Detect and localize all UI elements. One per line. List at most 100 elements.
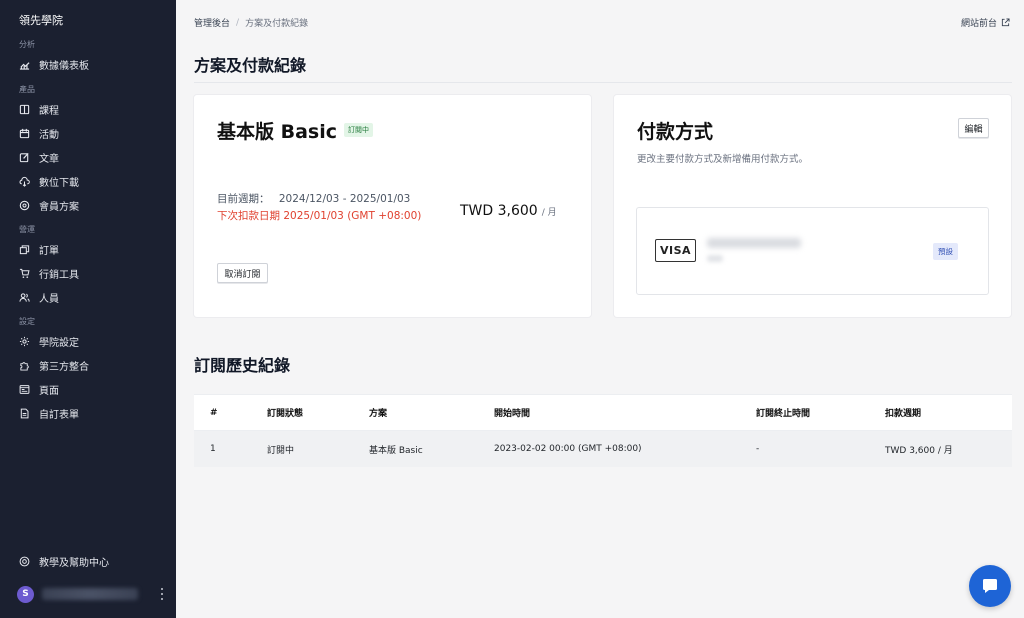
chat-icon [983, 579, 997, 593]
sidebar-item-events[interactable]: 活動 [0, 122, 176, 144]
sidebar-item-label: 文章 [39, 153, 59, 165]
section-label-settings: 設定 [19, 317, 35, 326]
card-expiry-redacted [707, 255, 723, 262]
plan-card: 基本版 Basic 訂閱中 目前週期： 2024/12/03 - 2025/01… [194, 95, 591, 317]
sidebar-item-label: 課程 [39, 105, 59, 117]
divider [194, 82, 1012, 83]
sidebar-item-label: 數位下載 [39, 177, 79, 189]
user-name-redacted [42, 588, 138, 600]
sidebar-item-label: 活動 [39, 129, 59, 141]
storefront-label: 網站前台 [960, 19, 997, 29]
breadcrumb-root[interactable]: 管理後台 [194, 16, 230, 29]
book-icon [19, 104, 30, 114]
default-badge: 預設 [933, 243, 958, 260]
sidebar-item-orders[interactable]: 訂單 [0, 238, 176, 260]
plan-name: 基本版 Basic [217, 121, 338, 143]
payment-method-card: 付款方式 更改主要付款方式及新增備用付款方式。 編輯 VISA 預設 [614, 95, 1011, 317]
sidebar: 領先學院 分析 數據儀表板 產品 課程 活動 文章 數位下載 會員方案 營運 訂… [0, 0, 176, 618]
column-header-billing-cycle: 扣款週期 [885, 409, 922, 419]
sidebar-item-articles[interactable]: 文章 [0, 146, 176, 168]
page-icon [19, 384, 30, 394]
price-amount: TWD 3,600 [460, 203, 538, 219]
chart-icon [19, 61, 30, 70]
help-icon [19, 556, 30, 566]
column-header-index: # [210, 407, 218, 418]
cart-icon [19, 268, 30, 278]
form-icon [20, 408, 29, 418]
sidebar-item-label: 學院設定 [39, 337, 79, 349]
avatar[interactable]: S [17, 585, 34, 603]
section-label-products: 產品 [19, 85, 35, 94]
column-header-status: 訂閱狀態 [267, 409, 304, 419]
sidebar-item-label: 數據儀表板 [39, 60, 89, 72]
main-content: 管理後台 / 方案及付款紀錄 網站前台 方案及付款紀錄 基本版 Basic 訂閱… [176, 0, 1024, 618]
price-period: / 月 [541, 208, 557, 218]
member-icon [19, 200, 30, 210]
sidebar-item-marketing[interactable]: 行銷工具 [0, 262, 176, 284]
billing-period: 目前週期： 2024/12/03 - 2025/01/03 [217, 191, 410, 206]
brand-name[interactable]: 領先學院 [19, 12, 63, 28]
gear-icon [19, 336, 30, 346]
status-badge: 訂閱中 [344, 123, 373, 137]
cell-billing-cycle: TWD 3,600 / 月 [885, 445, 953, 456]
table-row: 1 訂閱中 基本版 Basic 2023-02-02 00:00 (GMT +0… [194, 431, 1012, 467]
users-icon [19, 292, 30, 302]
external-link-icon [1001, 18, 1010, 27]
history-title: 訂閱歷史紀錄 [194, 356, 291, 375]
sidebar-item-label: 頁面 [39, 385, 59, 397]
more-options-icon[interactable] [157, 586, 167, 602]
sidebar-item-downloads[interactable]: 數位下載 [0, 170, 176, 192]
cancel-subscription-button[interactable]: 取消訂閱 [217, 263, 268, 283]
cloud-download-icon [19, 176, 30, 187]
plan-price: TWD 3,600/ 月 [460, 203, 557, 219]
edit-icon [19, 152, 29, 162]
visa-icon: VISA [655, 239, 696, 262]
sidebar-item-label: 自訂表單 [39, 409, 79, 421]
sidebar-item-custom-forms[interactable]: 自訂表單 [0, 402, 176, 424]
cell-plan: 基本版 Basic [369, 445, 423, 456]
payment-method-subtitle: 更改主要付款方式及新增備用付款方式。 [637, 154, 809, 165]
user-menu[interactable]: S [17, 584, 167, 604]
cell-index: 1 [210, 444, 216, 454]
calendar-icon [19, 128, 30, 138]
sidebar-item-label: 行銷工具 [39, 269, 79, 281]
sidebar-item-label: 第三方整合 [39, 361, 89, 373]
page-title: 方案及付款紀錄 [194, 56, 307, 75]
subscription-history-table: # 訂閱狀態 方案 開始時間 訂閱終止時間 扣款週期 1 訂閱中 基本版 Bas… [194, 394, 1012, 467]
breadcrumb-separator: / [236, 17, 240, 28]
cell-end: - [756, 444, 760, 454]
breadcrumb-current: 方案及付款紀錄 [245, 19, 309, 29]
next-payment-date: 下次扣款日期 2025/01/03 (GMT +08:00) [217, 210, 422, 222]
puzzle-icon [20, 361, 29, 371]
storefront-link[interactable]: 網站前台 [961, 16, 1010, 29]
sidebar-item-academy-settings[interactable]: 學院設定 [0, 330, 176, 352]
sidebar-item-membership[interactable]: 會員方案 [0, 194, 176, 216]
billing-period-label: 目前週期： [217, 193, 270, 205]
help-center-link[interactable]: 教學及幫助中心 [0, 550, 176, 572]
cell-start: 2023-02-02 00:00 (GMT +08:00) [494, 444, 642, 454]
help-center-label: 教學及幫助中心 [39, 557, 109, 569]
sidebar-item-label: 人員 [39, 293, 59, 305]
section-label-analytics: 分析 [19, 40, 35, 49]
breadcrumb: 管理後台 / 方案及付款紀錄 [194, 16, 309, 30]
card-number-redacted [707, 238, 801, 248]
section-label-operations: 營運 [19, 225, 35, 234]
sidebar-item-label: 訂單 [39, 245, 59, 257]
orders-icon [19, 244, 30, 254]
sidebar-item-courses[interactable]: 課程 [0, 98, 176, 120]
sidebar-item-pages[interactable]: 頁面 [0, 378, 176, 400]
sidebar-item-label: 會員方案 [39, 201, 79, 213]
edit-payment-button[interactable]: 編輯 [958, 118, 989, 138]
column-header-end: 訂閱終止時間 [756, 409, 811, 419]
cell-status: 訂閱中 [267, 445, 295, 456]
table-header: # 訂閱狀態 方案 開始時間 訂閱終止時間 扣款週期 [194, 394, 1012, 431]
payment-method-item[interactable]: VISA 預設 [636, 207, 989, 295]
column-header-plan: 方案 [369, 409, 388, 419]
payment-method-title: 付款方式 [637, 121, 714, 143]
sidebar-item-staff[interactable]: 人員 [0, 286, 176, 308]
chat-button[interactable] [969, 565, 1011, 607]
column-header-start: 開始時間 [494, 409, 531, 419]
billing-period-value: 2024/12/03 - 2025/01/03 [278, 193, 411, 205]
sidebar-item-integrations[interactable]: 第三方整合 [0, 354, 176, 376]
sidebar-item-dashboard[interactable]: 數據儀表板 [0, 53, 176, 75]
